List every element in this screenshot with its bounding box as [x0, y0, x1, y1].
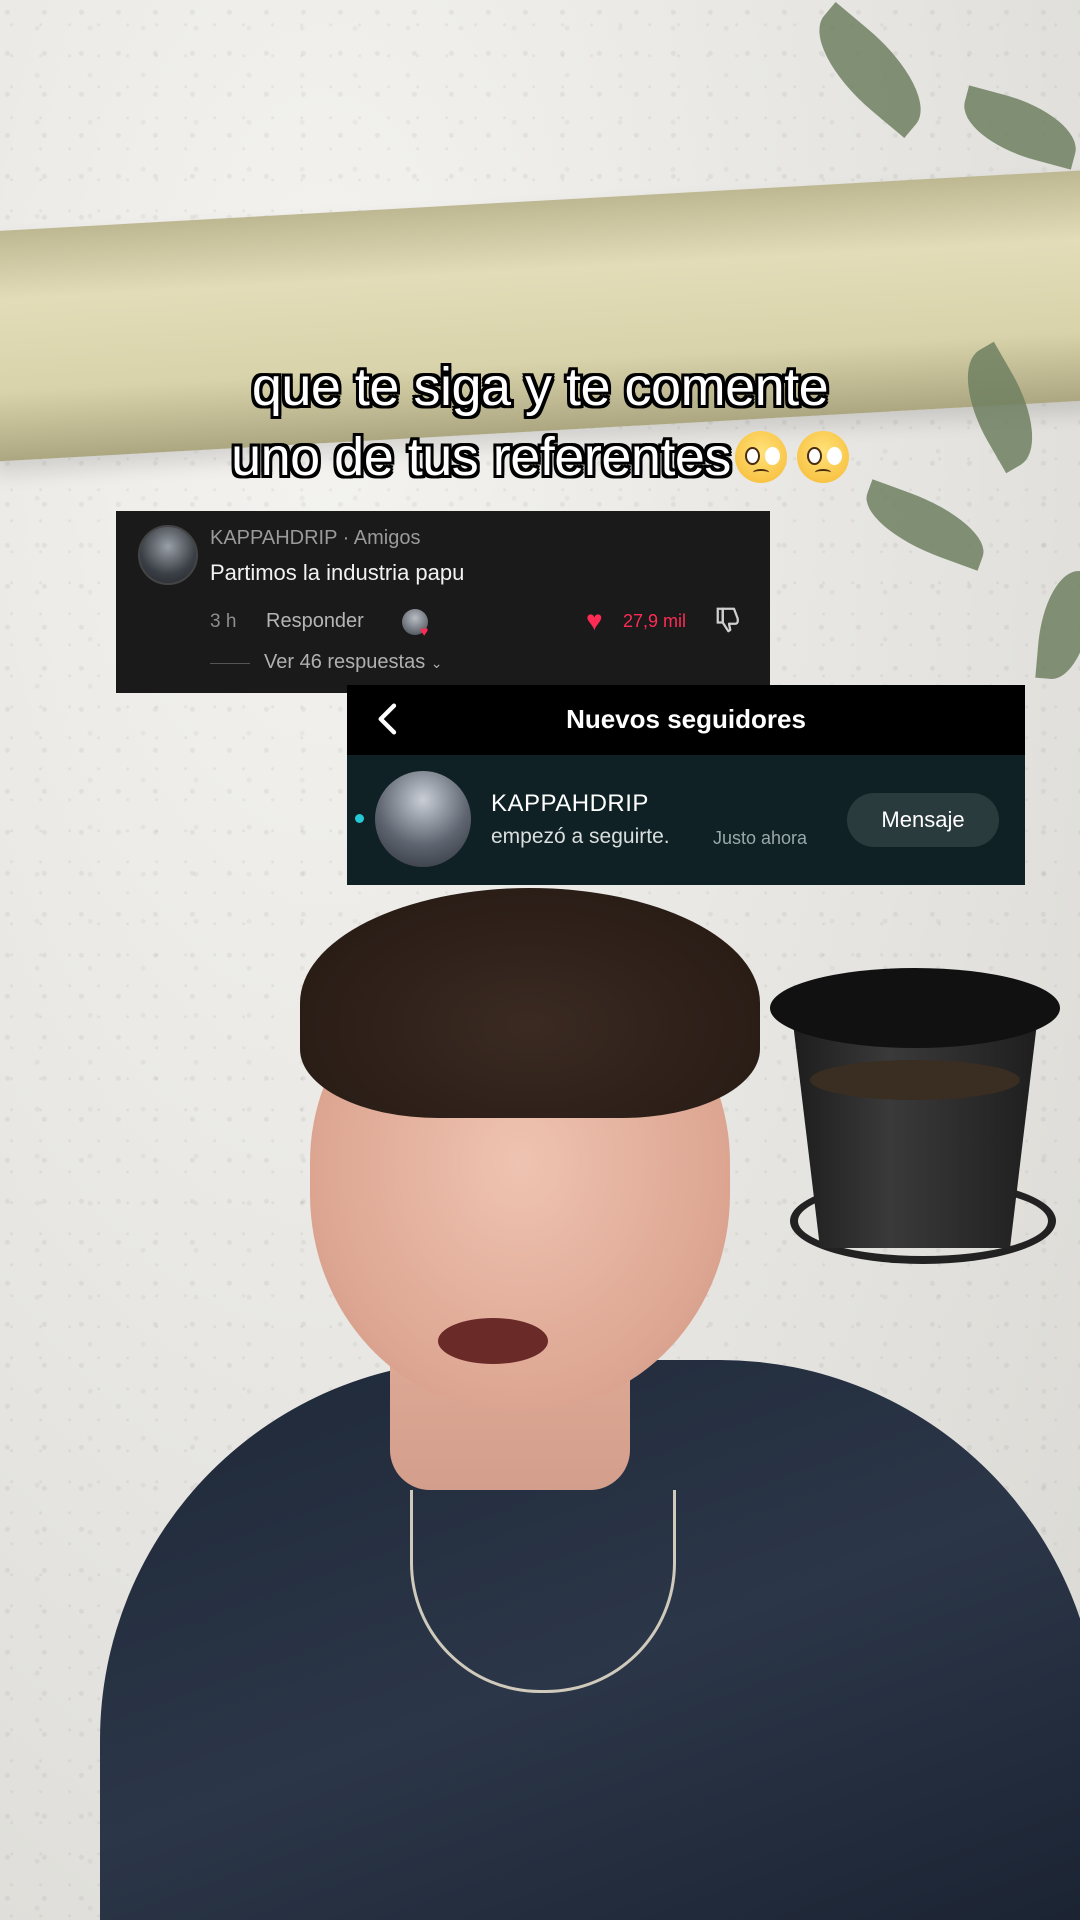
- video-frame: [0, 0, 1080, 1920]
- video-caption: que te siga y te comente uno de tus refe…: [0, 352, 1080, 492]
- pot-soil: [810, 1060, 1020, 1100]
- commenter-avatar[interactable]: [138, 525, 198, 585]
- follower-row[interactable]: KAPPAHDRIP empezó a seguirte. Justo ahor…: [347, 755, 1025, 885]
- follower-time: Justo ahora: [713, 828, 808, 848]
- pleading-face-emoji-icon: [796, 431, 849, 483]
- caption-line-2-text: uno de tus referentes: [231, 427, 731, 487]
- follower-avatar[interactable]: [375, 771, 471, 867]
- unread-dot-icon: [355, 814, 364, 823]
- view-replies-label: Ver 46 respuestas: [264, 651, 426, 673]
- heart-icon[interactable]: ♥: [586, 605, 603, 637]
- caption-line-1: que te siga y te comente: [251, 357, 829, 417]
- thumbs-down-icon[interactable]: [714, 605, 744, 635]
- follower-action: empezó a seguirte.: [491, 825, 670, 848]
- comment-text: Partimos la industria papu: [210, 560, 465, 585]
- replies-divider: [210, 663, 250, 664]
- commenter-relation: Amigos: [353, 527, 421, 549]
- follower-name[interactable]: KAPPAHDRIP: [491, 790, 649, 818]
- new-followers-card: Nuevos seguidores KAPPAHDRIP empezó a se…: [347, 685, 1025, 885]
- commenter-username[interactable]: KAPPAHDRIP: [210, 527, 337, 549]
- pot-rim: [770, 968, 1060, 1048]
- followers-title: Nuevos seguidores: [566, 704, 806, 734]
- message-button[interactable]: Mensaje: [847, 793, 999, 847]
- view-replies-link[interactable]: Ver 46 respuestas ⌄: [264, 651, 443, 674]
- comment-header: KAPPAHDRIP · Amigos: [210, 527, 420, 550]
- followers-header: Nuevos seguidores: [347, 685, 1025, 755]
- plant-pot: [770, 968, 1060, 1268]
- like-count: 27,9 mil: [623, 611, 687, 631]
- caption-line-2: uno de tus referentes: [0, 422, 1080, 492]
- reply-button[interactable]: Responder: [266, 610, 364, 633]
- creator-liked-heart-icon: ♥: [420, 623, 429, 639]
- header-separator: ·: [337, 527, 354, 549]
- comment-card: KAPPAHDRIP · Amigos Partimos la industri…: [116, 511, 770, 693]
- person-hair: [300, 888, 760, 1118]
- chevron-down-icon: ⌄: [430, 655, 443, 671]
- comment-time: 3 h: [210, 611, 237, 632]
- person-mouth: [438, 1318, 548, 1364]
- pleading-face-emoji-icon: [734, 431, 787, 483]
